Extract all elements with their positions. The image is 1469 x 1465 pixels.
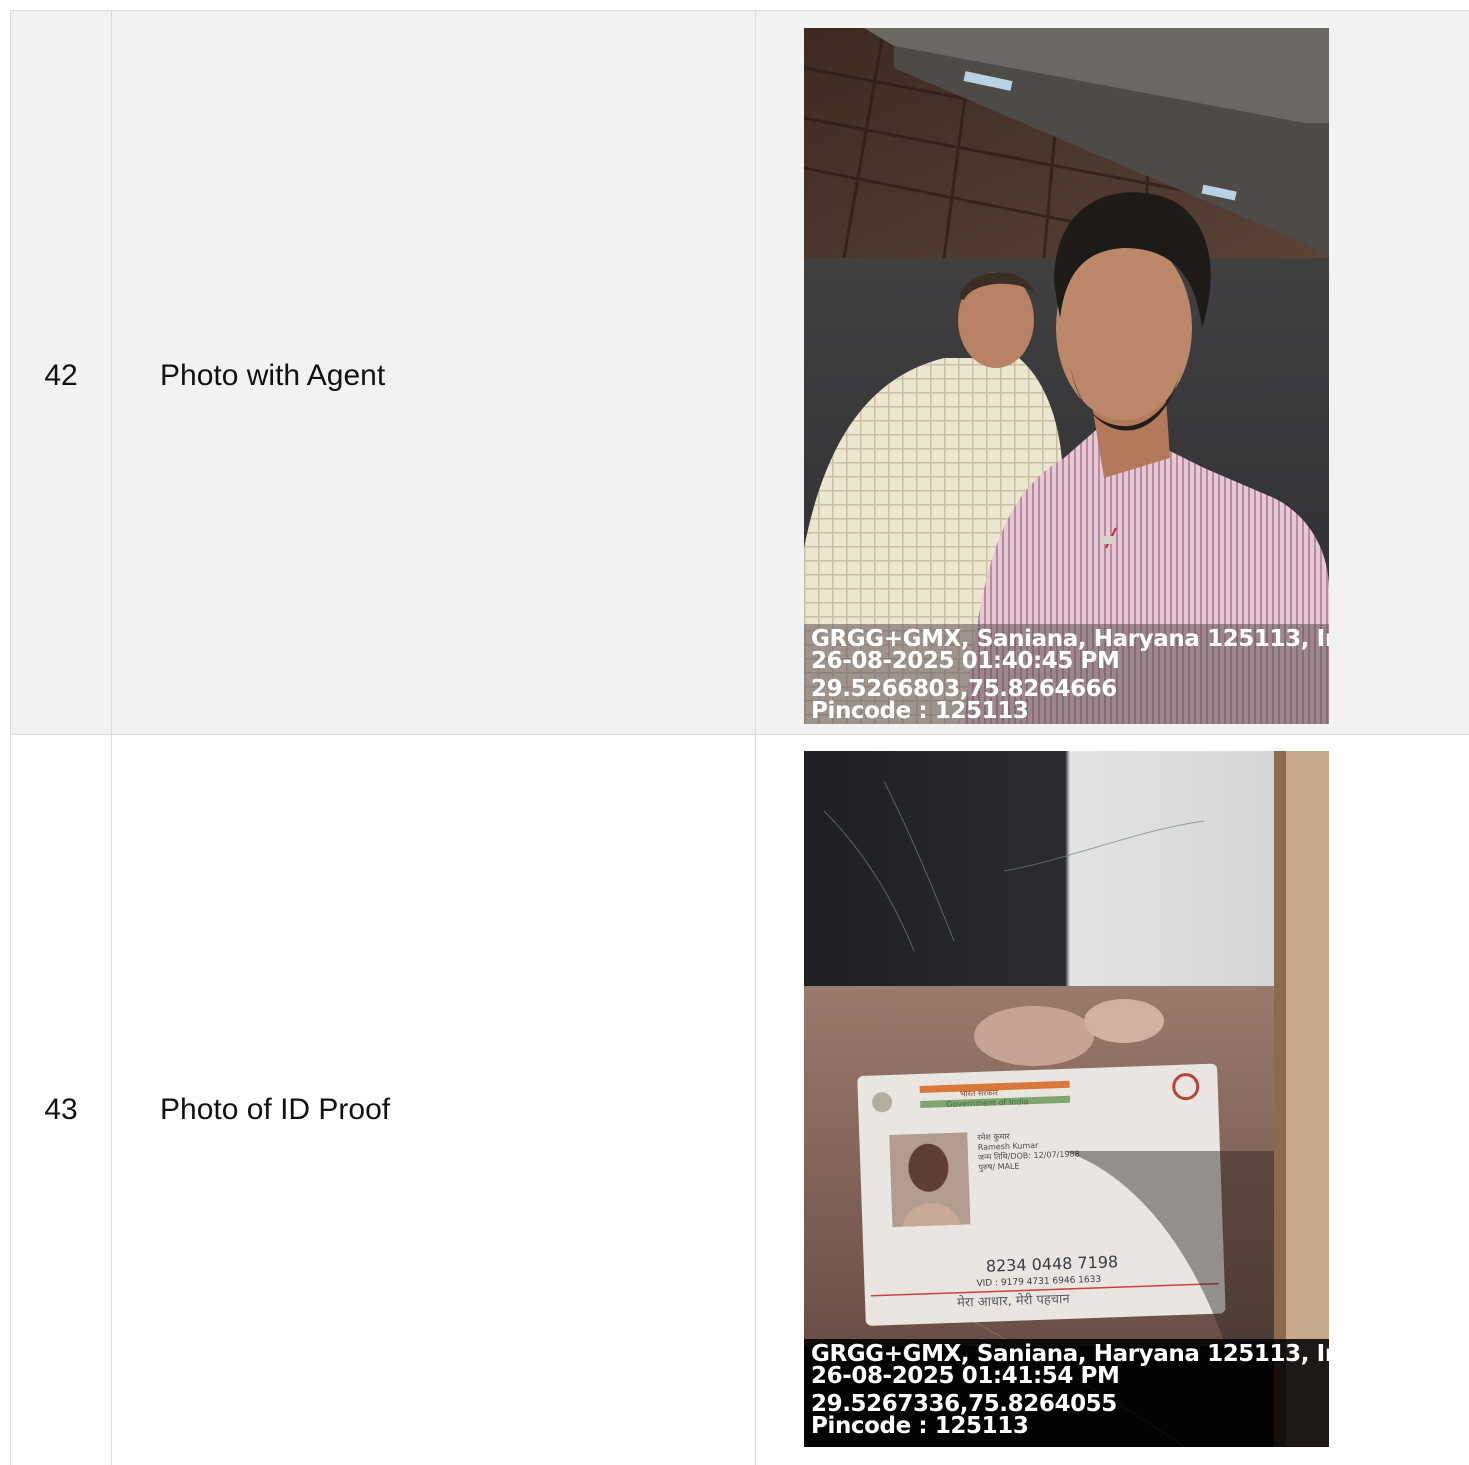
stamp-pincode: Pincode : 125113 — [811, 698, 1029, 724]
stamp-pincode: Pincode : 125113 — [811, 1413, 1029, 1439]
stamp-coordinates: 29.5266803,75.8264666 — [811, 676, 1117, 702]
row-label: Photo with Agent — [160, 359, 386, 392]
row-label: Photo of ID Proof — [160, 1093, 391, 1126]
stamp-datetime: 26-08-2025 01:40:45 PM — [811, 648, 1120, 674]
row-label-cell: Photo of ID Proof — [112, 735, 756, 1465]
geo-stamp: GRGG+GMX, Saniana, Haryana 125113, India… — [804, 624, 1329, 724]
row-photo-cell: भारत सरकार Government of India रमेश कुमा… — [756, 735, 1469, 1465]
geo-stamp: GRGG+GMX, Saniana, Haryana 125113, India… — [804, 1339, 1329, 1447]
row-number-cell: 43 — [10, 735, 112, 1465]
row-label-cell: Photo with Agent — [112, 11, 756, 734]
agent-selfie-photo[interactable]: GRGG+GMX, Saniana, Haryana 125113, India… — [804, 28, 1329, 724]
row-number: 43 — [44, 1093, 78, 1126]
stamp-datetime: 26-08-2025 01:41:54 PM — [811, 1363, 1120, 1389]
stamp-address: GRGG+GMX, Saniana, Haryana 125113, India — [811, 1341, 1329, 1367]
table-row: 42 Photo with Agent GRGG+GMX, Saniana, H… — [10, 11, 1469, 735]
table-row: 43 Photo of ID Proof भारत सरकार Governme… — [10, 735, 1469, 1465]
stamp-address: GRGG+GMX, Saniana, Haryana 125113, India — [811, 626, 1329, 652]
card-gov-hindi: भारत सरकार — [960, 1088, 999, 1098]
row-photo-cell: GRGG+GMX, Saniana, Haryana 125113, India… — [756, 11, 1469, 734]
photo-report-table: 42 Photo with Agent GRGG+GMX, Saniana, H… — [10, 10, 1469, 1465]
id-proof-photo[interactable]: भारत सरकार Government of India रमेश कुमा… — [804, 751, 1329, 1447]
stamp-coordinates: 29.5267336,75.8264055 — [811, 1391, 1117, 1417]
row-number: 42 — [44, 359, 78, 392]
row-number-cell: 42 — [10, 11, 112, 734]
agent-selfie-image — [804, 28, 1329, 724]
